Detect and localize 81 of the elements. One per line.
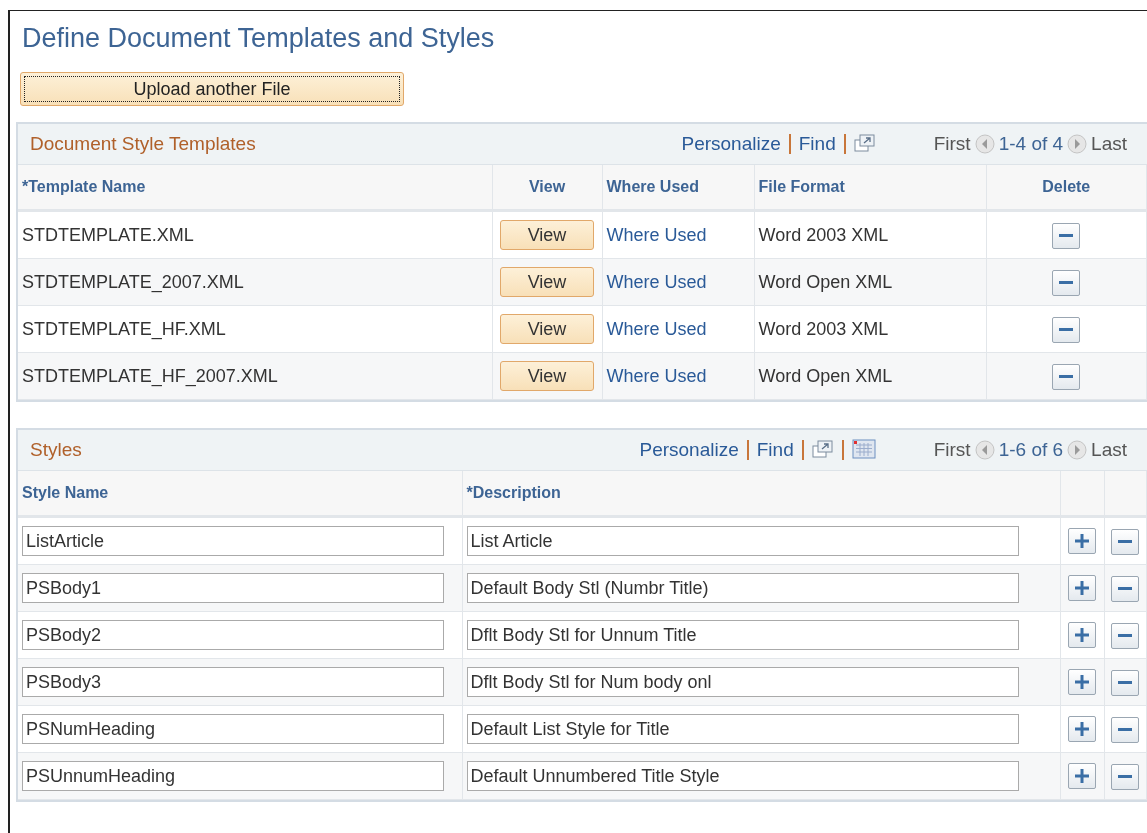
add-row-button[interactable] bbox=[1068, 622, 1096, 648]
style-name-field[interactable]: PSBody2 bbox=[22, 620, 444, 650]
style-name-field[interactable]: PSNumHeading bbox=[22, 714, 444, 744]
description-field[interactable]: List Article bbox=[466, 526, 1019, 556]
column-header: File Format bbox=[758, 178, 845, 195]
minus-icon bbox=[1118, 774, 1133, 779]
pager-last: Last bbox=[1091, 133, 1127, 155]
table-cell: STDTEMPLATE_HF.XML bbox=[22, 318, 226, 339]
pager-range: 1-4 of 4 bbox=[998, 133, 1064, 155]
table-cell: Word 2003 XML bbox=[758, 318, 889, 339]
description-field[interactable]: Default Unnumbered Title Style bbox=[466, 761, 1019, 791]
description-field[interactable]: Default Body Stl (Numbr Title) bbox=[466, 573, 1019, 603]
new-window-icon[interactable] bbox=[811, 440, 834, 460]
pager-range: 1-6 of 6 bbox=[998, 439, 1064, 461]
delete-row-button[interactable] bbox=[1052, 269, 1081, 296]
toolbar-link[interactable]: Find bbox=[756, 439, 794, 461]
add-row-button[interactable] bbox=[1068, 528, 1096, 554]
plus-icon bbox=[1075, 628, 1089, 642]
delete-row-button[interactable] bbox=[1111, 716, 1140, 743]
delete-row-button[interactable] bbox=[1111, 669, 1140, 696]
pager-first: First bbox=[933, 133, 971, 155]
table-cell: STDTEMPLATE_HF_2007.XML bbox=[22, 365, 278, 386]
minus-icon bbox=[1118, 633, 1133, 638]
column-header: View bbox=[528, 178, 566, 195]
add-row-button[interactable] bbox=[1068, 716, 1096, 742]
table-cell: Word Open XML bbox=[758, 271, 893, 292]
description-field[interactable]: Dflt Body Stl for Unnum Title bbox=[466, 620, 1019, 650]
style-name-field[interactable]: PSBody3 bbox=[22, 667, 444, 697]
table-cell: Word Open XML bbox=[758, 365, 893, 386]
table-cell: STDTEMPLATE_2007.XML bbox=[22, 271, 244, 292]
upload-button[interactable]: Upload another File bbox=[20, 72, 404, 106]
minus-icon bbox=[1118, 727, 1133, 732]
where-used-link[interactable]: Where Used bbox=[606, 365, 707, 386]
table-cell: STDTEMPLATE.XML bbox=[22, 224, 194, 245]
style-name-field[interactable]: ListArticle bbox=[22, 526, 444, 556]
minus-icon bbox=[1059, 374, 1074, 379]
pager-first: First bbox=[933, 439, 971, 461]
description-field[interactable]: Dflt Body Stl for Num body onl bbox=[466, 667, 1019, 697]
plus-icon bbox=[1075, 675, 1089, 689]
column-header: Style Name bbox=[22, 484, 109, 501]
delete-row-button[interactable] bbox=[1111, 622, 1140, 649]
toolbar-link[interactable]: Personalize bbox=[639, 439, 739, 461]
delete-row-button[interactable] bbox=[1111, 528, 1140, 555]
minus-icon bbox=[1118, 539, 1133, 544]
style-name-field[interactable]: PSBody1 bbox=[22, 573, 444, 603]
style-name-field[interactable]: PSUnnumHeading bbox=[22, 761, 444, 791]
minus-icon bbox=[1059, 233, 1074, 238]
delete-row-button[interactable] bbox=[1052, 222, 1081, 249]
plus-icon bbox=[1075, 769, 1089, 783]
column-header: Where Used bbox=[606, 178, 699, 195]
plus-icon bbox=[1075, 581, 1089, 595]
view-button[interactable]: View bbox=[500, 361, 594, 391]
table-cell: Word 2003 XML bbox=[758, 224, 889, 245]
new-window-icon[interactable] bbox=[853, 134, 876, 154]
minus-icon bbox=[1118, 680, 1133, 685]
grid-title: Document Style Templates bbox=[30, 133, 257, 155]
view-button[interactable]: View bbox=[500, 267, 594, 297]
plus-icon bbox=[1075, 534, 1089, 548]
view-button[interactable]: View bbox=[500, 314, 594, 344]
column-header: *Description bbox=[466, 484, 561, 501]
page-title: Define Document Templates and Styles bbox=[22, 23, 496, 54]
minus-icon bbox=[1059, 327, 1074, 332]
grid-title: Styles bbox=[30, 439, 83, 461]
add-row-button[interactable] bbox=[1068, 763, 1096, 789]
description-field[interactable]: Default List Style for Title bbox=[466, 714, 1019, 744]
column-header: *Template Name bbox=[22, 178, 146, 195]
column-header: Delete bbox=[1042, 178, 1091, 195]
pager-last: Last bbox=[1091, 439, 1127, 461]
view-button[interactable]: View bbox=[500, 220, 594, 250]
plus-icon bbox=[1075, 722, 1089, 736]
toolbar-link[interactable]: Find bbox=[798, 133, 836, 155]
minus-icon bbox=[1059, 280, 1074, 285]
delete-row-button[interactable] bbox=[1052, 316, 1081, 343]
delete-row-button[interactable] bbox=[1111, 763, 1140, 790]
delete-row-button[interactable] bbox=[1052, 363, 1081, 390]
delete-row-button[interactable] bbox=[1111, 575, 1140, 602]
toolbar-link[interactable]: Personalize bbox=[681, 133, 781, 155]
where-used-link[interactable]: Where Used bbox=[606, 271, 707, 292]
add-row-button[interactable] bbox=[1068, 669, 1096, 695]
add-row-button[interactable] bbox=[1068, 575, 1096, 601]
minus-icon bbox=[1118, 586, 1133, 591]
